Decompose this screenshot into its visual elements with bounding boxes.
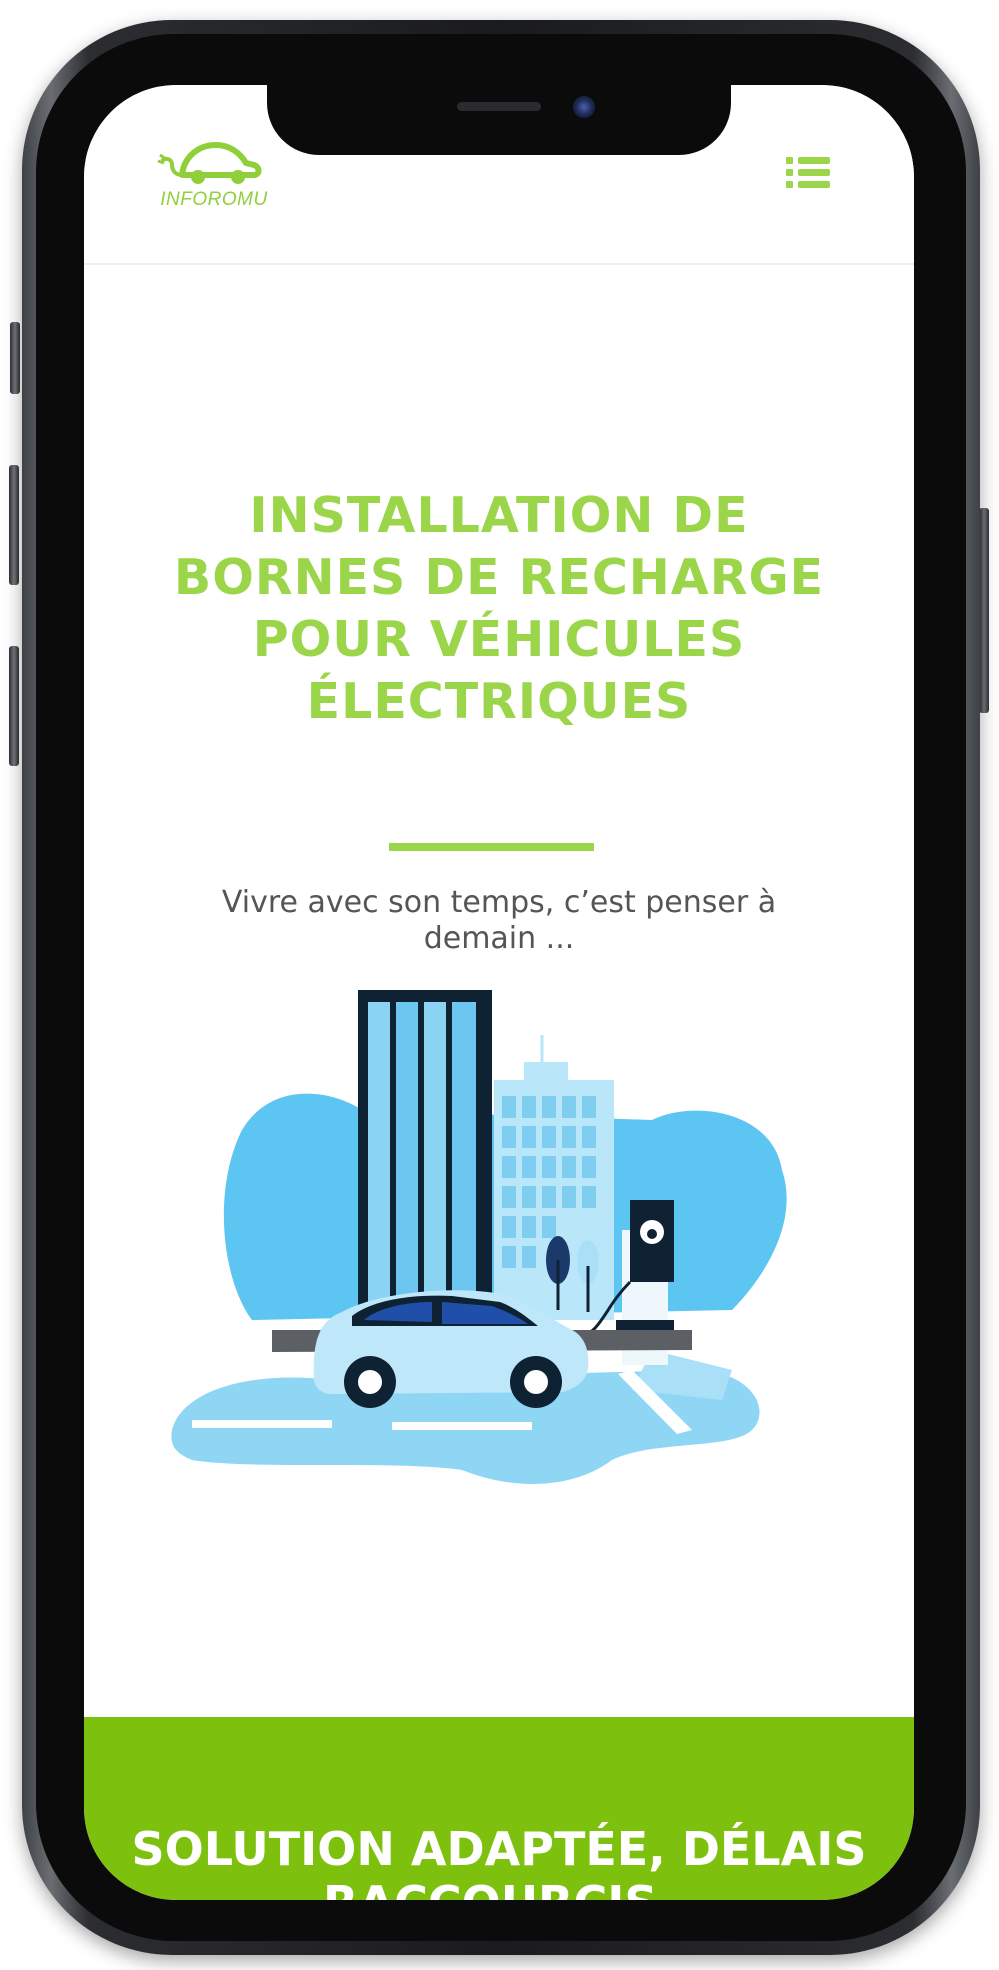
logo-text: INFOROMU — [160, 189, 268, 210]
power-button — [979, 508, 989, 713]
title-divider — [389, 843, 594, 851]
speaker-grille — [457, 102, 541, 111]
band-title: SOLUTION ADAPTÉE, DÉLAIS RACCOURCIS, — [131, 1822, 867, 1900]
menu-button[interactable] — [786, 155, 830, 191]
phone-notch — [267, 85, 731, 155]
ev-car-plug-logo-icon — [157, 142, 262, 184]
site-logo[interactable]: INFOROMU — [154, 135, 274, 215]
device-mockup: INFOROMU INSTALLATION DE BORNES DE RECHA… — [0, 0, 999, 1970]
hero-subtitle: Vivre avec son temps, c’est penser à dem… — [221, 885, 777, 956]
mute-switch — [10, 322, 20, 394]
hero-title: INSTALLATION DE BORNES DE RECHARGE POUR … — [173, 487, 825, 730]
phone-screen: INFOROMU INSTALLATION DE BORNES DE RECHA… — [84, 85, 914, 1900]
list-menu-icon — [786, 157, 830, 188]
volume-up-button — [9, 465, 19, 585]
volume-down-button — [9, 646, 19, 766]
front-camera-icon — [573, 96, 595, 118]
ev-charging-city-illustration — [132, 990, 852, 1520]
feature-band: SOLUTION ADAPTÉE, DÉLAIS RACCOURCIS, — [84, 1717, 914, 1900]
